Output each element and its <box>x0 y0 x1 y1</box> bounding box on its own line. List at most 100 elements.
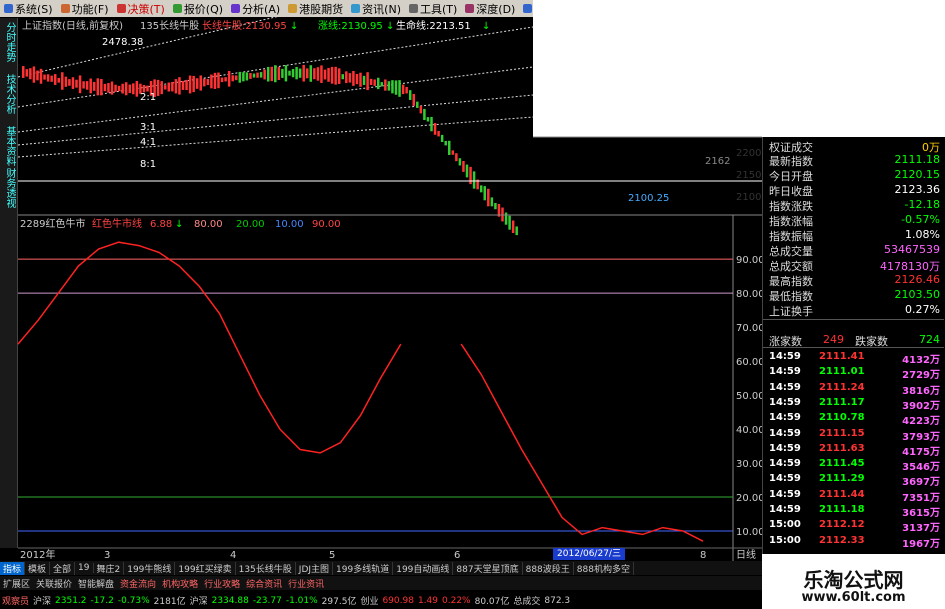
indicator-tab[interactable]: 全部 <box>50 561 76 575</box>
tick-time: 14:59 <box>769 473 801 485</box>
indicator-tab[interactable]: 199红买绿卖 <box>175 561 236 575</box>
candle <box>224 77 227 82</box>
life-line-arrow: ↓ <box>482 21 490 32</box>
extension-tab[interactable]: 关联报价 <box>33 577 75 590</box>
status-item: 80.07亿 <box>474 597 510 607</box>
tick-price: 2111.01 <box>819 366 865 378</box>
status-item: 0.22% <box>442 595 471 606</box>
quote-value: -12.18 <box>904 198 940 211</box>
quote-key: 最新指数 <box>769 155 813 168</box>
indicator-tab[interactable]: 19 <box>75 563 94 573</box>
quote-value: 2103.50 <box>894 288 941 301</box>
menu-label: 决策(T) <box>127 2 165 16</box>
indicator-tab[interactable]: 指标 <box>0 561 26 575</box>
extension-tab[interactable]: 资金流向 <box>117 577 159 590</box>
menu-item-8[interactable]: 深度(D) <box>461 1 519 17</box>
status-item: -0.73% <box>117 595 150 606</box>
status-item[interactable]: 观察员 <box>0 594 31 607</box>
candle <box>266 66 270 82</box>
extension-tab[interactable]: 行业资讯 <box>285 577 327 590</box>
candle <box>259 72 263 78</box>
indicator-tab[interactable]: 舞庄2 <box>94 561 125 575</box>
extension-tab[interactable]: 行业攻略 <box>201 577 243 590</box>
candle <box>185 79 188 91</box>
candle <box>195 78 199 89</box>
indicator-tab[interactable]: 887天堂星顶底 <box>453 561 523 575</box>
chart-canvas[interactable]: 上证指数(日线,前复权) 135长线牛股 长线牛股:2130.95 ↓ 涨线:2… <box>0 17 762 561</box>
candle <box>448 140 451 155</box>
candle <box>369 78 373 85</box>
indicator-tab[interactable]: 199多线轨道 <box>333 561 394 575</box>
candle <box>61 72 64 90</box>
tick-time: 14:59 <box>769 412 801 424</box>
indicator-axis-label: 90.00 <box>736 255 762 266</box>
menu-label: 深度(D) <box>476 2 516 16</box>
tick-volume: 3902万 <box>902 400 940 412</box>
tick-volume: 4175万 <box>902 446 940 458</box>
indicator-tab[interactable]: 199自动画线 <box>393 561 454 575</box>
menu-item-1[interactable]: 功能(F) <box>57 1 113 17</box>
menu-item-5[interactable]: 港股期货 <box>284 1 347 17</box>
indicator-tab[interactable]: 模板 <box>25 561 51 575</box>
trend-line-arrow: ↓ <box>386 21 394 32</box>
menu-item-3[interactable]: 报价(Q) <box>169 1 227 17</box>
candle <box>298 68 302 78</box>
low-price-label: 2100.25 <box>628 193 669 204</box>
indicator-tab[interactable]: 135长线牛股 <box>236 561 296 575</box>
quote-value: 2120.15 <box>894 168 941 181</box>
menu-label: 系统(S) <box>15 2 53 16</box>
menu-item-6[interactable]: 资讯(N) <box>347 1 405 17</box>
high-price-label: 2478.38 <box>102 37 143 48</box>
quote-value: 2123.36 <box>894 183 941 196</box>
candle <box>57 77 60 83</box>
candle <box>249 73 252 79</box>
extension-tab[interactable]: 机构攻略 <box>159 577 201 590</box>
indicator-tab[interactable]: 888波段王 <box>523 561 574 575</box>
candle <box>419 105 423 114</box>
menu-item-2[interactable]: 决策(T) <box>113 1 169 17</box>
extension-tab[interactable]: 综合资讯 <box>243 577 285 590</box>
quote-key: 昨日收盘 <box>769 185 813 198</box>
status-item: -17.2 <box>90 595 114 606</box>
extension-tab[interactable]: 智能解盘 <box>75 577 117 590</box>
tick-time: 15:00 <box>769 534 801 546</box>
brand-url: www.60lt.com <box>801 590 906 605</box>
candle <box>68 79 71 86</box>
indicator-tab[interactable]: 888机构多空 <box>574 561 634 575</box>
tick-price: 2111.29 <box>819 473 865 485</box>
long-line-label: 长线牛股:2130.95 <box>202 19 287 32</box>
quote-row: 今日开盘 2120.15 <box>763 168 944 183</box>
quote-value: 1.08% <box>905 228 940 241</box>
menu-label: 功能(F) <box>71 2 109 16</box>
sub-level-80: 80.00 <box>194 219 223 230</box>
tick-volume: 4132万 <box>902 355 940 366</box>
candle <box>43 74 46 80</box>
tick-price: 2111.18 <box>819 504 865 515</box>
candle <box>341 74 344 80</box>
extension-tab[interactable]: 扩展区 <box>0 577 33 590</box>
selected-date-label: 2012/06/27/三 <box>553 548 625 560</box>
quote-value: 4178130万 <box>880 260 940 273</box>
candle <box>352 70 355 86</box>
fan-ratio-8: 8:1 <box>140 159 156 170</box>
tick-price: 2110.78 <box>819 412 865 424</box>
candle <box>408 90 412 100</box>
candle <box>213 72 217 89</box>
status-bar: 观察员 沪深 2351.2 -17.2 -0.73% 2181亿 沪深 2334.88 -23.… <box>0 592 762 609</box>
menu-item-7[interactable]: 工具(T) <box>405 1 461 17</box>
candle <box>398 80 401 97</box>
candle <box>238 71 242 83</box>
candle <box>455 153 458 162</box>
indicator-tab[interactable]: 199牛熊线 <box>124 561 176 575</box>
menu-item-4[interactable]: 分析(A) <box>227 1 284 17</box>
menu-item-0[interactable]: 系统(S) <box>0 1 57 17</box>
candle <box>53 74 57 85</box>
price-axis-2100: 2100 <box>736 192 761 203</box>
quote-value: -0.57% <box>901 213 940 226</box>
quote-key: 上证换手 <box>769 305 813 318</box>
candle <box>242 72 245 82</box>
function-icon <box>60 4 70 13</box>
indicator-tab[interactable]: JDJ主图 <box>296 561 334 575</box>
candle <box>316 67 320 81</box>
candle <box>423 108 426 121</box>
